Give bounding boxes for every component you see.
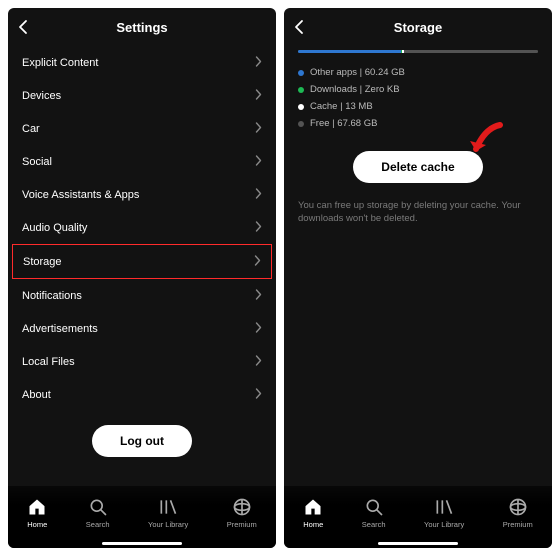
nav-search[interactable]: Search (86, 497, 110, 529)
chevron-right-icon (254, 255, 261, 269)
settings-item-voice-assistants-apps[interactable]: Voice Assistants & Apps (22, 178, 262, 211)
legend-dot-icon (298, 121, 304, 127)
settings-item-label: Local Files (22, 356, 75, 368)
premium-icon (508, 497, 528, 517)
legend-item: Other apps | 60.24 GB (298, 67, 538, 78)
chevron-right-icon (255, 388, 262, 402)
library-icon (158, 497, 178, 517)
storage-bar-segment (404, 50, 538, 53)
legend-label: Other apps | 60.24 GB (310, 67, 405, 78)
nav-your-library[interactable]: Your Library (148, 497, 188, 529)
legend-item: Cache | 13 MB (298, 101, 538, 112)
nav-home[interactable]: Home (303, 497, 323, 529)
settings-item-audio-quality[interactable]: Audio Quality (22, 211, 262, 244)
premium-icon (232, 497, 252, 517)
settings-item-advertisements[interactable]: Advertisements (22, 312, 262, 345)
bottom-nav: Home Search Your Library Premium (8, 486, 276, 548)
back-button[interactable] (18, 19, 28, 35)
home-icon (27, 497, 47, 517)
settings-list: Explicit Content Devices Car Social Voice As… (8, 46, 276, 486)
storage-bar-segment (298, 50, 401, 53)
header: Storage (284, 8, 552, 46)
home-icon (303, 497, 323, 517)
chevron-right-icon (255, 188, 262, 202)
settings-item-label: Voice Assistants & Apps (22, 189, 139, 201)
legend-label: Free | 67.68 GB (310, 118, 377, 129)
settings-item-local-files[interactable]: Local Files (22, 345, 262, 378)
settings-item-label: Notifications (22, 290, 82, 302)
storage-screen: Storage Other apps | 60.24 GB Downloads |… (284, 8, 552, 548)
settings-screen: Settings Explicit Content Devices Car Socia… (8, 8, 276, 548)
settings-item-devices[interactable]: Devices (22, 79, 262, 112)
settings-item-label: About (22, 389, 51, 401)
nav-home[interactable]: Home (27, 497, 47, 529)
chevron-right-icon (255, 122, 262, 136)
settings-item-label: Devices (22, 90, 61, 102)
nav-label: Home (27, 520, 47, 529)
legend-dot-icon (298, 70, 304, 76)
home-indicator (378, 542, 458, 545)
legend-dot-icon (298, 87, 304, 93)
nav-label: Your Library (424, 520, 464, 529)
back-button[interactable] (294, 19, 304, 35)
nav-label: Search (86, 520, 110, 529)
home-indicator (102, 542, 182, 545)
library-icon (434, 497, 454, 517)
legend-label: Downloads | Zero KB (310, 84, 400, 95)
nav-label: Premium (503, 520, 533, 529)
legend-dot-icon (298, 104, 304, 110)
chevron-right-icon (255, 221, 262, 235)
chevron-right-icon (255, 355, 262, 369)
settings-item-label: Advertisements (22, 323, 98, 335)
chevron-right-icon (255, 289, 262, 303)
settings-item-label: Audio Quality (22, 222, 87, 234)
logout-button[interactable]: Log out (92, 425, 192, 457)
settings-item-label: Social (22, 156, 52, 168)
nav-label: Home (303, 520, 323, 529)
nav-label: Premium (227, 520, 257, 529)
nav-search[interactable]: Search (362, 497, 386, 529)
settings-item-social[interactable]: Social (22, 145, 262, 178)
settings-item-label: Storage (23, 256, 62, 268)
settings-item-car[interactable]: Car (22, 112, 262, 145)
chevron-right-icon (255, 322, 262, 336)
page-title: Storage (394, 20, 442, 35)
callout-arrow-icon (460, 121, 504, 170)
legend-label: Cache | 13 MB (310, 101, 373, 112)
storage-content: Other apps | 60.24 GB Downloads | Zero KB… (284, 46, 552, 486)
nav-your-library[interactable]: Your Library (424, 497, 464, 529)
nav-label: Search (362, 520, 386, 529)
storage-hint: You can free up storage by deleting your… (298, 199, 538, 226)
nav-premium[interactable]: Premium (227, 497, 257, 529)
header: Settings (8, 8, 276, 46)
settings-item-storage[interactable]: Storage (12, 244, 272, 279)
settings-item-label: Explicit Content (22, 57, 98, 69)
chevron-right-icon (255, 56, 262, 70)
storage-bar (298, 50, 538, 53)
settings-item-about[interactable]: About (22, 378, 262, 411)
search-icon (364, 497, 384, 517)
bottom-nav: Home Search Your Library Premium (284, 486, 552, 548)
legend-item: Downloads | Zero KB (298, 84, 538, 95)
settings-item-explicit-content[interactable]: Explicit Content (22, 46, 262, 79)
chevron-right-icon (255, 89, 262, 103)
page-title: Settings (116, 20, 167, 35)
chevron-right-icon (255, 155, 262, 169)
nav-premium[interactable]: Premium (503, 497, 533, 529)
search-icon (88, 497, 108, 517)
nav-label: Your Library (148, 520, 188, 529)
settings-item-label: Car (22, 123, 40, 135)
settings-item-notifications[interactable]: Notifications (22, 279, 262, 312)
